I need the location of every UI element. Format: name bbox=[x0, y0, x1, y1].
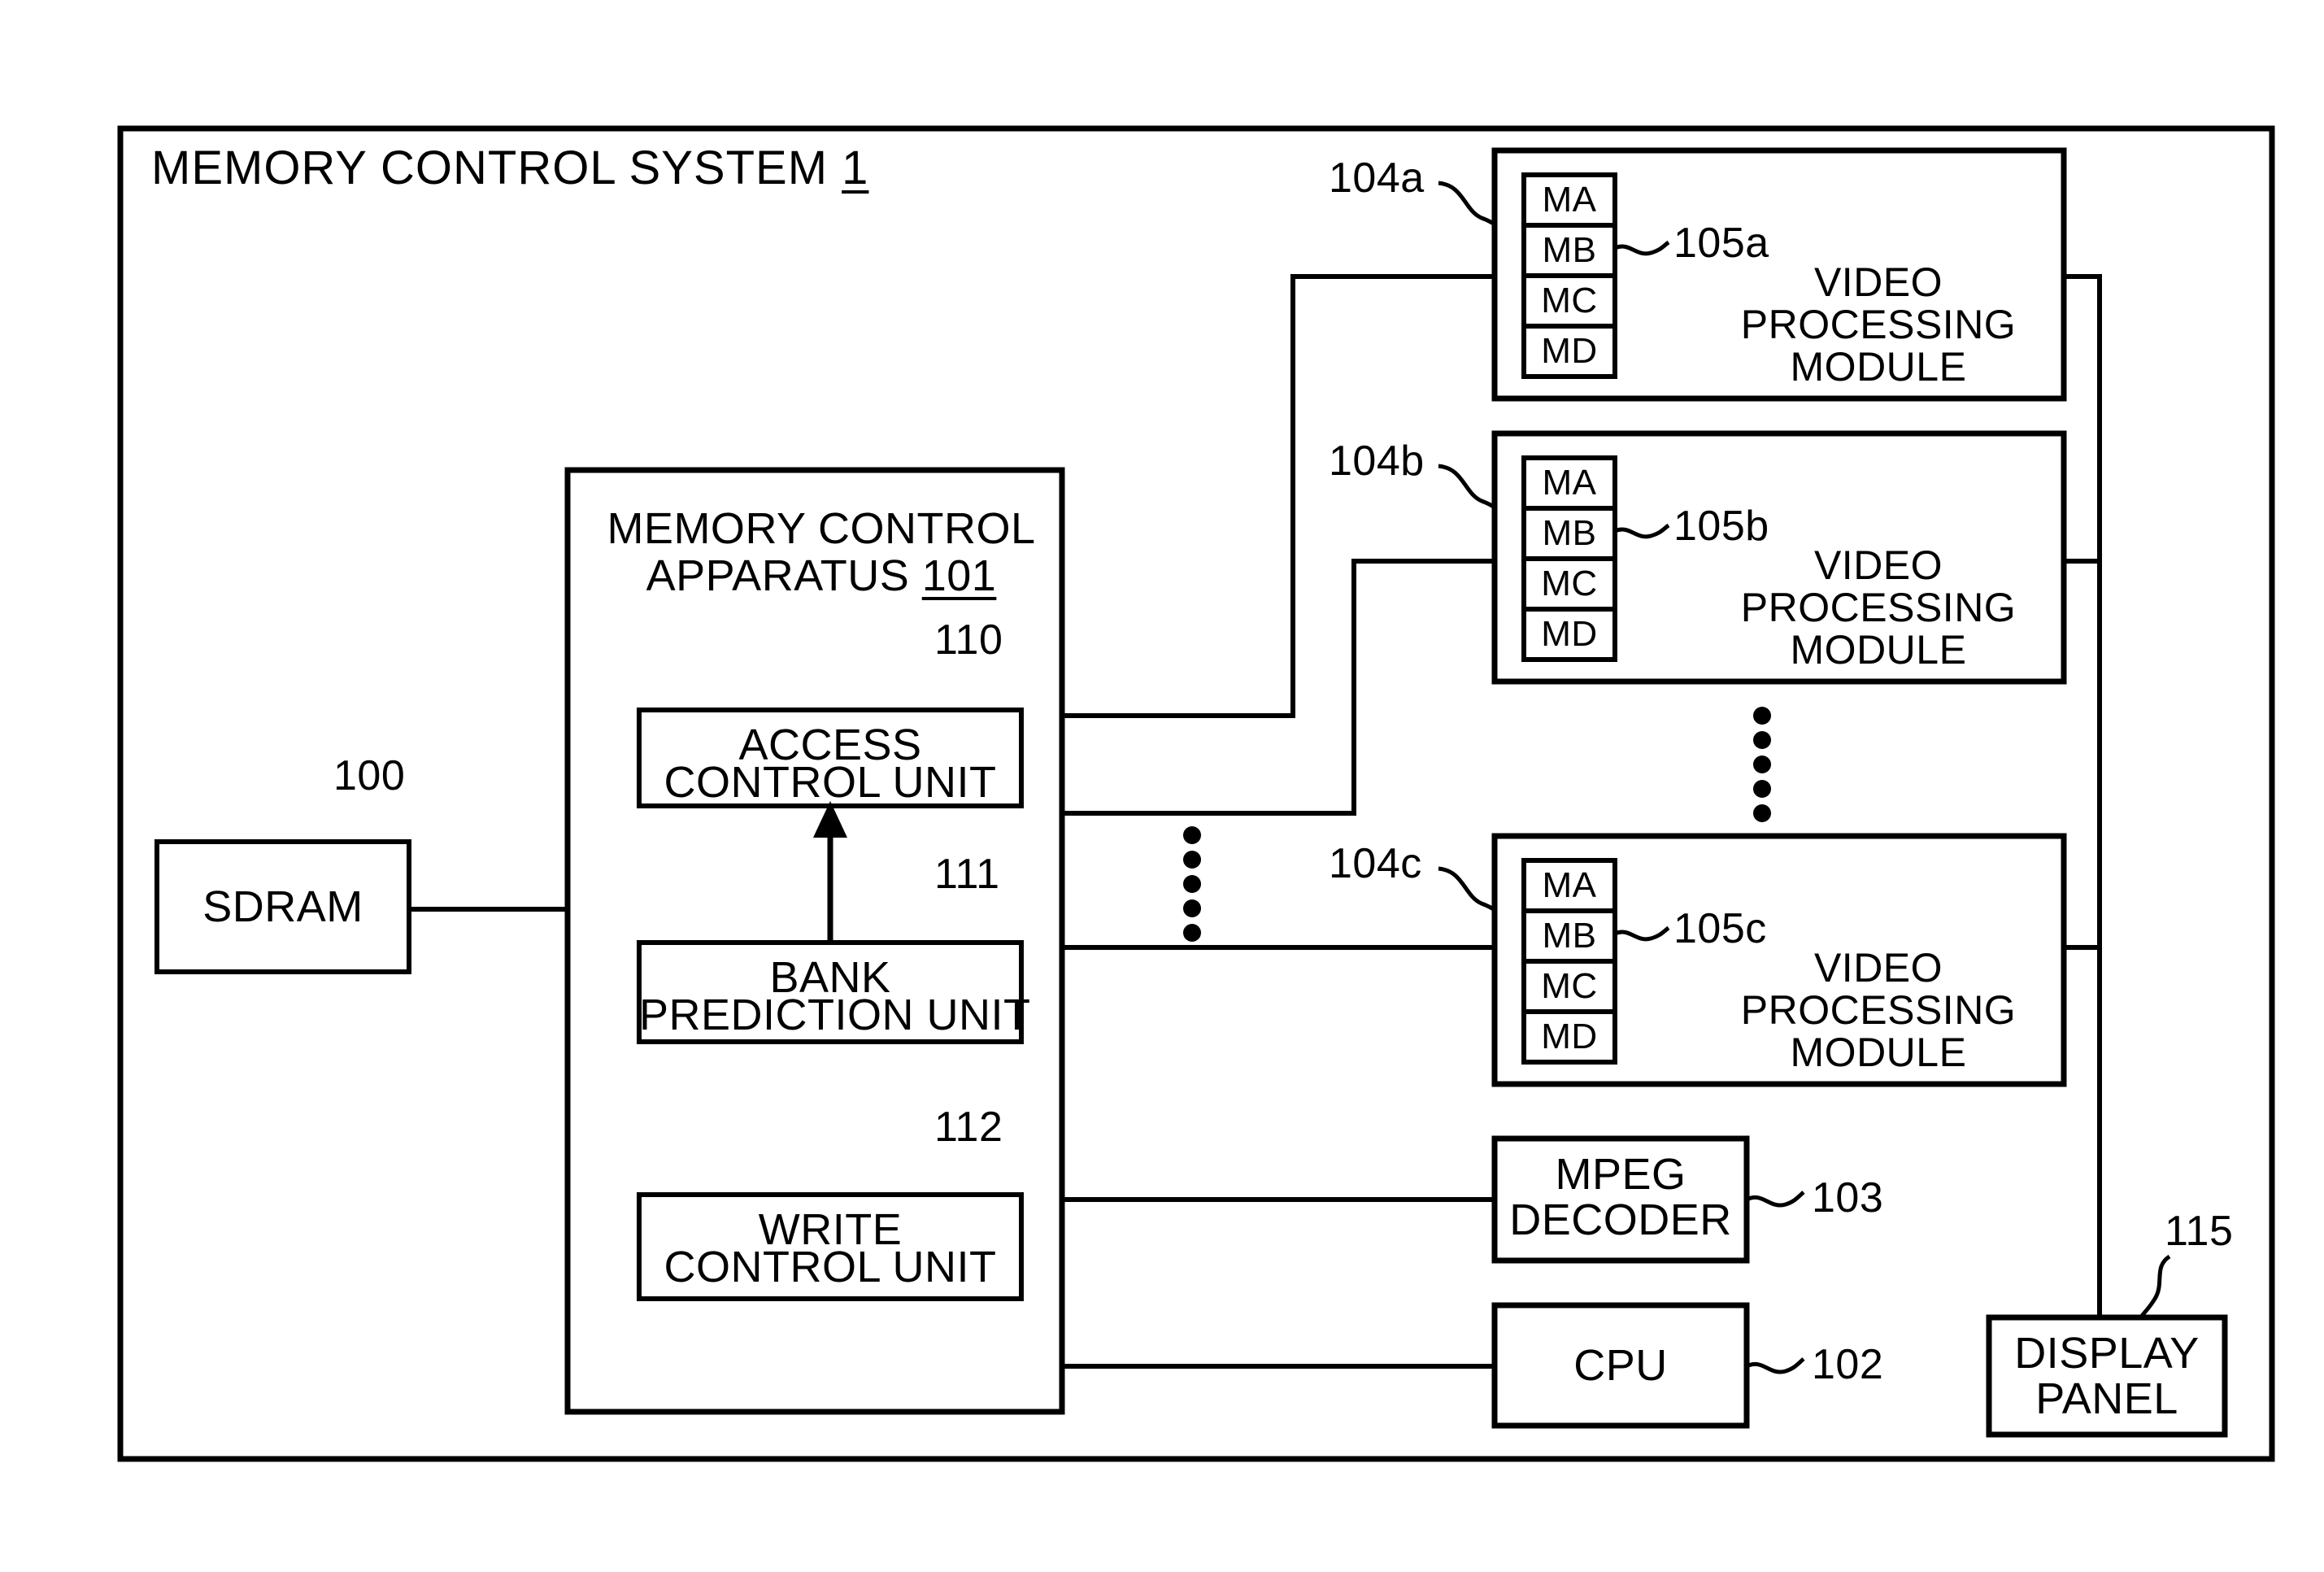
page-title: MEMORY CONTROL SYSTEM 1 bbox=[151, 142, 868, 195]
ref-100: 100 bbox=[333, 752, 406, 799]
ref-102: 102 bbox=[1812, 1341, 1884, 1388]
leader-115 bbox=[2140, 1254, 2171, 1317]
vpm-b-title-line3: MODULE bbox=[1790, 627, 1967, 673]
wire-apparatus-to-vpm-a bbox=[1062, 274, 1495, 718]
system-title-ref: 1 bbox=[842, 142, 869, 194]
vpm-a-bank-mb: MB bbox=[1542, 230, 1597, 271]
vpm-c-title-line2: PROCESSING bbox=[1740, 987, 2017, 1033]
system-title-text: MEMORY CONTROL SYSTEM bbox=[151, 142, 829, 194]
leader-102 bbox=[1745, 1357, 1805, 1374]
vpm-c-bank-ma: MA bbox=[1542, 865, 1597, 906]
leader-103 bbox=[1745, 1191, 1805, 1208]
vpm-c-bank-mb: MB bbox=[1542, 916, 1597, 956]
leader-104b bbox=[1438, 464, 1496, 510]
vpm-a-bank-mc: MC bbox=[1541, 281, 1598, 321]
apparatus-title-line1: MEMORY CONTROL bbox=[607, 504, 1036, 553]
leader-105a bbox=[1613, 240, 1670, 256]
leader-105c bbox=[1613, 925, 1670, 942]
vpm-c-title-line1: VIDEO bbox=[1813, 945, 1943, 991]
apparatus-title-line2: APPARATUS 101 bbox=[594, 551, 1049, 600]
leader-105b bbox=[1613, 523, 1670, 539]
mpeg-decoder-line2: DECODER bbox=[1509, 1195, 1732, 1244]
access-control-unit-line2: CONTROL UNIT bbox=[664, 758, 997, 807]
ellipsis-modules bbox=[1753, 707, 1771, 822]
vpm-a-title-line3: MODULE bbox=[1790, 344, 1967, 390]
ref-111: 111 bbox=[934, 851, 1000, 898]
vpm-a-title-line2: PROCESSING bbox=[1740, 302, 2017, 347]
wire-vpm-a-output bbox=[2064, 274, 2102, 1317]
write-control-unit-line2: CONTROL UNIT bbox=[664, 1243, 997, 1291]
ref-104c: 104c bbox=[1329, 840, 1422, 887]
ellipsis-left bbox=[1183, 826, 1201, 942]
ref-104b: 104b bbox=[1329, 438, 1425, 485]
vpm-b-bank-mc: MC bbox=[1541, 564, 1598, 604]
figure-canvas: MEMORY CONTROL SYSTEM 1 SDRAM 100 MEMORY… bbox=[0, 0, 2324, 1572]
ref-104a: 104a bbox=[1329, 155, 1425, 202]
vpm-b-title-line1: VIDEO bbox=[1813, 542, 1943, 588]
ref-110: 110 bbox=[934, 616, 1003, 664]
leader-104c bbox=[1438, 866, 1496, 912]
display-panel-line1: DISPLAY bbox=[2014, 1329, 2200, 1378]
apparatus-title-line2-text: APPARATUS bbox=[646, 551, 910, 600]
vpm-a-bank-ma: MA bbox=[1542, 180, 1597, 220]
vpm-a-title-line1: VIDEO bbox=[1813, 259, 1943, 305]
vpm-b-bank-ma: MA bbox=[1542, 463, 1597, 503]
vpm-b-bank-mb: MB bbox=[1542, 513, 1597, 554]
sdram-label: SDRAM bbox=[202, 882, 363, 931]
vpm-c-title-line3: MODULE bbox=[1790, 1030, 1967, 1075]
ref-103: 103 bbox=[1812, 1174, 1884, 1221]
wire-apparatus-to-vpm-b bbox=[1062, 559, 1495, 816]
apparatus-title-ref: 101 bbox=[921, 551, 997, 600]
ref-112: 112 bbox=[934, 1104, 1003, 1151]
ref-115: 115 bbox=[2165, 1208, 2234, 1255]
vpm-c-bank-md: MD bbox=[1541, 1017, 1598, 1057]
mpeg-decoder-line1: MPEG bbox=[1555, 1150, 1686, 1199]
bank-prediction-unit-line2: PREDICTION UNIT bbox=[639, 991, 1031, 1039]
vpm-b-title-line2: PROCESSING bbox=[1740, 585, 2017, 630]
vpm-c-bank-mc: MC bbox=[1541, 966, 1598, 1007]
cpu-label: CPU bbox=[1573, 1340, 1668, 1390]
leader-104a bbox=[1438, 181, 1496, 227]
display-panel-line2: PANEL bbox=[2035, 1374, 2178, 1423]
vpm-b-bank-md: MD bbox=[1541, 614, 1598, 655]
vpm-a-bank-md: MD bbox=[1541, 331, 1598, 372]
